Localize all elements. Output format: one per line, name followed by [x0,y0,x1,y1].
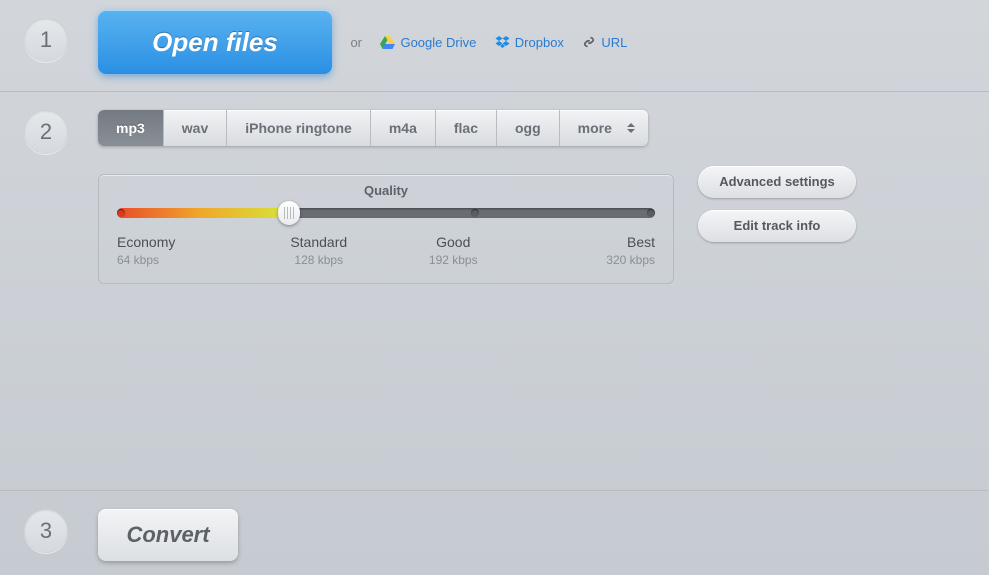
format-tab-flac[interactable]: flac [436,110,497,146]
step-1-badge: 1 [24,18,68,62]
step-3-section: 3 Convert [0,491,989,575]
quality-level-name: Best [521,234,656,250]
quality-level-rate: 128 kbps [252,253,387,267]
step-1-section: 1 Open files or Google Drive Dropbox URL [0,0,989,92]
format-tabs: mp3 wav iPhone ringtone m4a flac ogg mor… [98,110,648,146]
quality-tick-economy [117,209,125,217]
google-drive-label: Google Drive [400,35,476,50]
link-icon [582,35,596,49]
format-tab-more[interactable]: more [560,110,648,146]
google-drive-icon [380,36,395,49]
quality-level-name: Standard [252,234,387,250]
format-tab-more-label: more [578,120,612,136]
dropbox-icon [495,36,510,49]
convert-button[interactable]: Convert [98,509,238,561]
format-tab-mp3[interactable]: mp3 [98,110,164,146]
format-tab-ogg[interactable]: ogg [497,110,560,146]
quality-level-name: Economy [117,234,252,250]
format-tab-wav[interactable]: wav [164,110,227,146]
quality-slider-fill [117,208,286,218]
chevron-updown-icon [622,118,640,138]
quality-slider[interactable] [117,208,655,218]
quality-title: Quality [117,183,655,198]
quality-tick-good [471,209,479,217]
google-drive-link[interactable]: Google Drive [380,35,476,50]
step-2-badge: 2 [24,110,68,154]
or-label: or [350,35,362,50]
quality-level-name: Good [386,234,521,250]
dropbox-link[interactable]: Dropbox [495,35,564,50]
advanced-settings-button[interactable]: Advanced settings [698,166,856,198]
step-2-section: 2 mp3 wav iPhone ringtone m4a flac ogg m… [0,92,989,491]
url-link[interactable]: URL [582,35,627,50]
quality-panel: Quality Economy 64 kbps Standard 128 k [98,174,674,284]
step-3-badge: 3 [24,509,68,553]
dropbox-label: Dropbox [515,35,564,50]
quality-slider-handle[interactable] [278,201,300,225]
quality-level-rate: 320 kbps [521,253,656,267]
format-tab-iphone[interactable]: iPhone ringtone [227,110,371,146]
quality-tick-best [647,209,655,217]
edit-track-info-button[interactable]: Edit track info [698,210,856,242]
quality-level-rate: 192 kbps [386,253,521,267]
open-files-button[interactable]: Open files [98,10,332,74]
quality-level-rate: 64 kbps [117,253,252,267]
url-label: URL [601,35,627,50]
quality-labels: Economy 64 kbps Standard 128 kbps Good 1… [117,234,655,267]
format-tab-m4a[interactable]: m4a [371,110,436,146]
